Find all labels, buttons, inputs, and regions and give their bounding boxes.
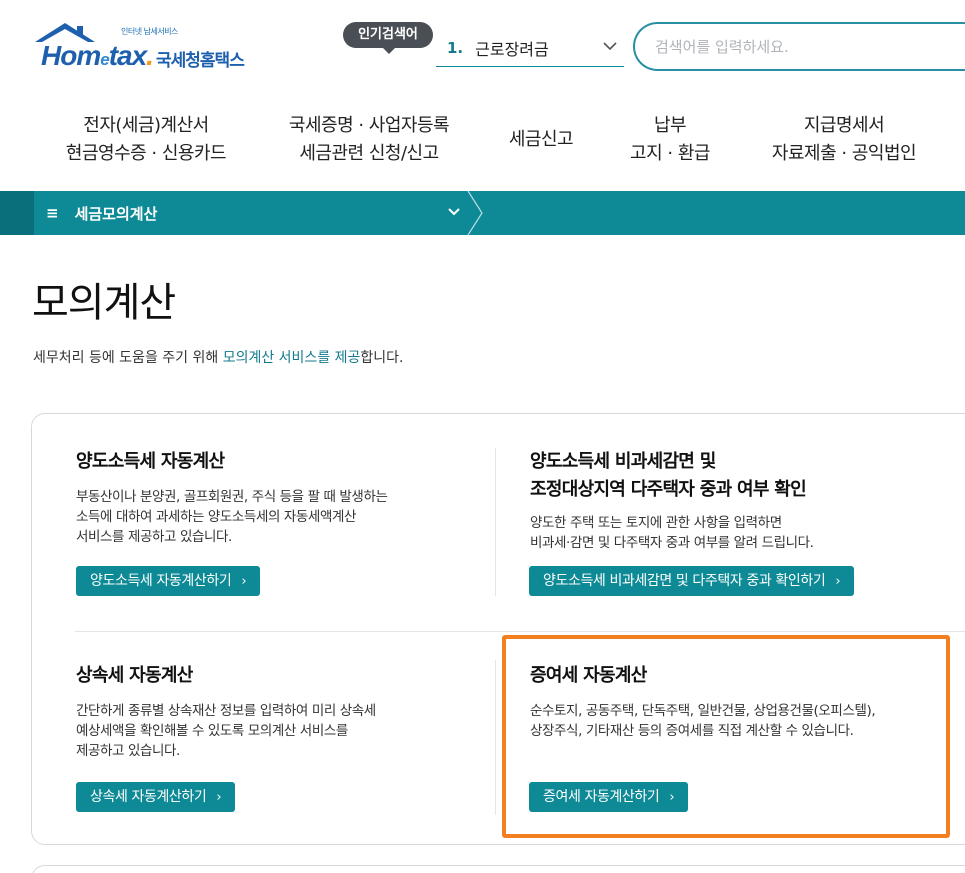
gnb-label-line2: 현금영수증 · 신용카드 xyxy=(65,143,227,164)
popular-search-badge: 인기검색어 xyxy=(343,22,433,54)
page-description: 세무처리 등에 도움을 주기 위해 모의계산 서비스를 제공합니다. xyxy=(33,350,404,366)
gnb-label-line1: 전자(세금)계산서 xyxy=(83,115,209,136)
gift-tax-calc-button[interactable]: 증여세 자동계산하기 › xyxy=(529,782,689,812)
gnb-tax-filing[interactable]: 세금신고 xyxy=(500,126,582,154)
gnb-label-line1: 국세증명 · 사업자등록 xyxy=(288,115,450,136)
breadcrumb-separator-icon xyxy=(467,191,483,235)
subbar-home-block xyxy=(0,191,34,235)
gnb-label-line2: 세금관련 신청/신고 xyxy=(299,143,439,164)
search-box xyxy=(633,22,965,71)
service-inheritance-tax: 상속세 자동계산 간단하게 종류별 상속재산 정보를 입력하여 미리 상속세 예… xyxy=(76,662,486,817)
popular-keyword: 근로장려금 xyxy=(475,40,549,59)
gnb-e-invoice[interactable]: 전자(세금)계산서 현금영수증 · 신용카드 xyxy=(57,112,235,168)
arrow-right-icon: › xyxy=(835,574,841,589)
gnb-label-line2: 고지 · 환급 xyxy=(630,143,710,164)
logo-wordmark: Hometax. xyxy=(41,40,154,71)
service-transfer-income-tax: 양도소득세 자동계산 부동산이나 분양권, 골프회원권, 주식 등을 팔 때 발… xyxy=(76,448,486,598)
gnb-certificate-registration[interactable]: 국세증명 · 사업자등록 세금관련 신청/신고 xyxy=(279,112,459,168)
gnb-label-line1: 지급명세서 xyxy=(803,115,885,136)
transfer-income-tax-calc-button[interactable]: 양도소득세 자동계산하기 › xyxy=(76,566,261,596)
service-title: 상속세 자동계산 xyxy=(76,665,193,686)
gnb-payment[interactable]: 납부 고지 · 환급 xyxy=(620,112,720,168)
gnb-label-line1: 세금신고 xyxy=(508,129,574,150)
sub-navigation-bar: ≡ 세금모의계산 xyxy=(0,191,965,235)
service-title: 증여세 자동계산 xyxy=(530,665,647,686)
gnb-payment-statement[interactable]: 지급명세서 자료제출 · 공익법인 xyxy=(760,112,928,168)
inheritance-tax-calc-button[interactable]: 상속세 자동계산하기 › xyxy=(76,782,236,812)
arrow-right-icon: › xyxy=(669,790,675,805)
service-description: 부동산이나 분양권, 골프회원권, 주식 등을 팔 때 발생하는 소득에 대하여… xyxy=(76,489,388,545)
logo-korean-name: 국세청홈택스 xyxy=(156,51,245,71)
chevron-down-icon xyxy=(448,208,460,216)
column-divider xyxy=(495,448,496,596)
logo-tagline: 인터넷 납세서비스 xyxy=(121,27,178,36)
search-input[interactable] xyxy=(655,37,955,56)
gnb-label-line1: 납부 xyxy=(653,115,687,136)
gnb-label-line2: 자료제출 · 공익법인 xyxy=(771,143,917,164)
popular-search-select[interactable]: 1. 근로장려금 xyxy=(436,30,624,67)
arrow-right-icon: › xyxy=(216,790,222,805)
subnav-menu-label: 세금모의계산 xyxy=(74,204,158,223)
arrow-right-icon: › xyxy=(241,574,247,589)
exemption-check-button[interactable]: 양도소득세 비과세감면 및 다주택자 중과 확인하기 › xyxy=(529,566,855,596)
hamburger-icon: ≡ xyxy=(46,204,59,222)
tax-simulation-menu-button[interactable]: ≡ 세금모의계산 xyxy=(34,191,474,235)
chevron-down-icon xyxy=(603,42,617,51)
service-transfer-tax-exemption-check: 양도소득세 비과세감면 및 조정대상지역 다주택자 중과 여부 확인 양도한 주… xyxy=(529,448,950,598)
service-title: 양도소득세 자동계산 xyxy=(76,451,225,472)
next-card-panel xyxy=(31,865,965,873)
popular-rank: 1. xyxy=(447,39,464,57)
service-description: 순수토지, 공동주택, 단독주택, 일반건물, 상업용건물(오피스텔), 상장주… xyxy=(530,703,876,739)
service-description: 간단하게 종류별 상속재산 정보를 입력하여 미리 상속세 예상세액을 확인해볼… xyxy=(76,703,376,759)
page-title: 모의계산 xyxy=(32,280,176,326)
hometax-logo[interactable]: 인터넷 납세서비스 Hometax. 국세청홈택스 xyxy=(33,20,273,75)
service-description: 양도한 주택 또는 토지에 관한 사항을 입력하면 비과세·감면 및 다주택자 … xyxy=(530,515,814,551)
service-gift-tax: 증여세 자동계산 순수토지, 공동주택, 단독주택, 일반건물, 상업용건물(오… xyxy=(529,662,945,817)
row-divider xyxy=(75,631,965,632)
column-divider xyxy=(495,660,496,815)
service-title: 양도소득세 비과세감면 및 조정대상지역 다주택자 중과 여부 확인 xyxy=(530,451,807,500)
